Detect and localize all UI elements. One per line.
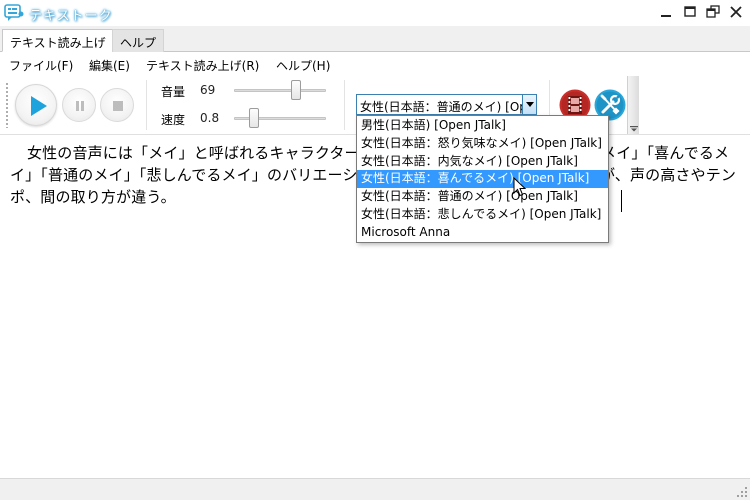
- tab-text-reading[interactable]: テキスト読み上げ: [2, 29, 114, 52]
- overflow-chevron-icon: [630, 126, 638, 132]
- speed-slider[interactable]: [234, 108, 326, 128]
- chevron-down-icon: [526, 102, 534, 107]
- volume-slider-track: [234, 89, 326, 92]
- volume-value: 69: [200, 83, 216, 97]
- mouse-pointer-icon: [513, 177, 527, 197]
- voice-option[interactable]: 女性(日本語：怒り気味なメイ) [Open JTalk]: [357, 135, 608, 153]
- maximize-icon[interactable]: [680, 3, 700, 21]
- speed-slider-track: [234, 117, 326, 120]
- toolbar-separator: [344, 80, 345, 130]
- menu-edit[interactable]: 編集(E): [89, 57, 130, 74]
- speed-label: 速度: [161, 113, 186, 127]
- menu-file[interactable]: ファイル(F): [9, 57, 73, 74]
- play-icon: [31, 96, 47, 116]
- window-title: テキストーク: [29, 9, 113, 24]
- voice-option[interactable]: 女性(日本語：悲しんでるメイ) [Open JTalk]: [357, 206, 608, 224]
- text-caret: [621, 190, 622, 212]
- voice-dropdown-list[interactable]: 男性(日本語) [Open JTalk] 女性(日本語：怒り気味なメイ) [Ope…: [356, 115, 609, 243]
- size-grip-icon[interactable]: [736, 486, 748, 498]
- speed-value: 0.8: [200, 111, 220, 125]
- pause-icon: [76, 101, 84, 111]
- menu-text-reading[interactable]: テキスト読み上げ(R): [146, 57, 259, 74]
- title-bar[interactable]: テキストーク: [0, 0, 750, 26]
- stop-icon: [113, 101, 123, 111]
- speed-slider-thumb[interactable]: [249, 108, 259, 128]
- ribbon-tab-bar: テキスト読み上げ ヘルプ: [0, 26, 750, 52]
- toolbar-grip[interactable]: [5, 82, 9, 128]
- voice-option[interactable]: 男性(日本語) [Open JTalk]: [357, 117, 608, 135]
- voice-option[interactable]: 女性(日本語：内気なメイ) [Open JTalk]: [357, 153, 608, 171]
- status-bar: [0, 478, 750, 500]
- voice-option[interactable]: 女性(日本語：喜んでるメイ) [Open JTalk]: [357, 170, 608, 189]
- pause-button[interactable]: [62, 88, 96, 122]
- toolbar-separator: [146, 80, 147, 130]
- menu-help[interactable]: ヘルプ(H): [276, 57, 330, 74]
- restore-icon[interactable]: [703, 3, 723, 21]
- volume-slider-thumb[interactable]: [291, 80, 301, 100]
- close-icon[interactable]: [726, 3, 746, 21]
- voice-select[interactable]: 女性(日本語：普通のメイ) [Open JTalk]: [356, 94, 537, 115]
- app-logo-icon: [4, 4, 24, 22]
- toolbar-overflow-button[interactable]: [627, 76, 639, 134]
- voice-option[interactable]: Microsoft Anna: [357, 224, 608, 242]
- tab-help[interactable]: ヘルプ: [112, 29, 165, 52]
- menu-bar: ファイル(F) 編集(E) テキスト読み上げ(R) ヘルプ(H): [0, 52, 750, 76]
- voice-select-dropdown-button[interactable]: [522, 95, 536, 114]
- stop-button[interactable]: [100, 88, 134, 122]
- play-button[interactable]: [15, 84, 57, 126]
- volume-slider[interactable]: [234, 80, 326, 100]
- minimize-icon[interactable]: [656, 3, 676, 21]
- voice-option[interactable]: 女性(日本語：普通のメイ) [Open JTalk]: [357, 188, 608, 206]
- volume-label: 音量: [161, 85, 186, 99]
- voice-select-value: 女性(日本語：普通のメイ) [Open JTalk]: [360, 100, 536, 114]
